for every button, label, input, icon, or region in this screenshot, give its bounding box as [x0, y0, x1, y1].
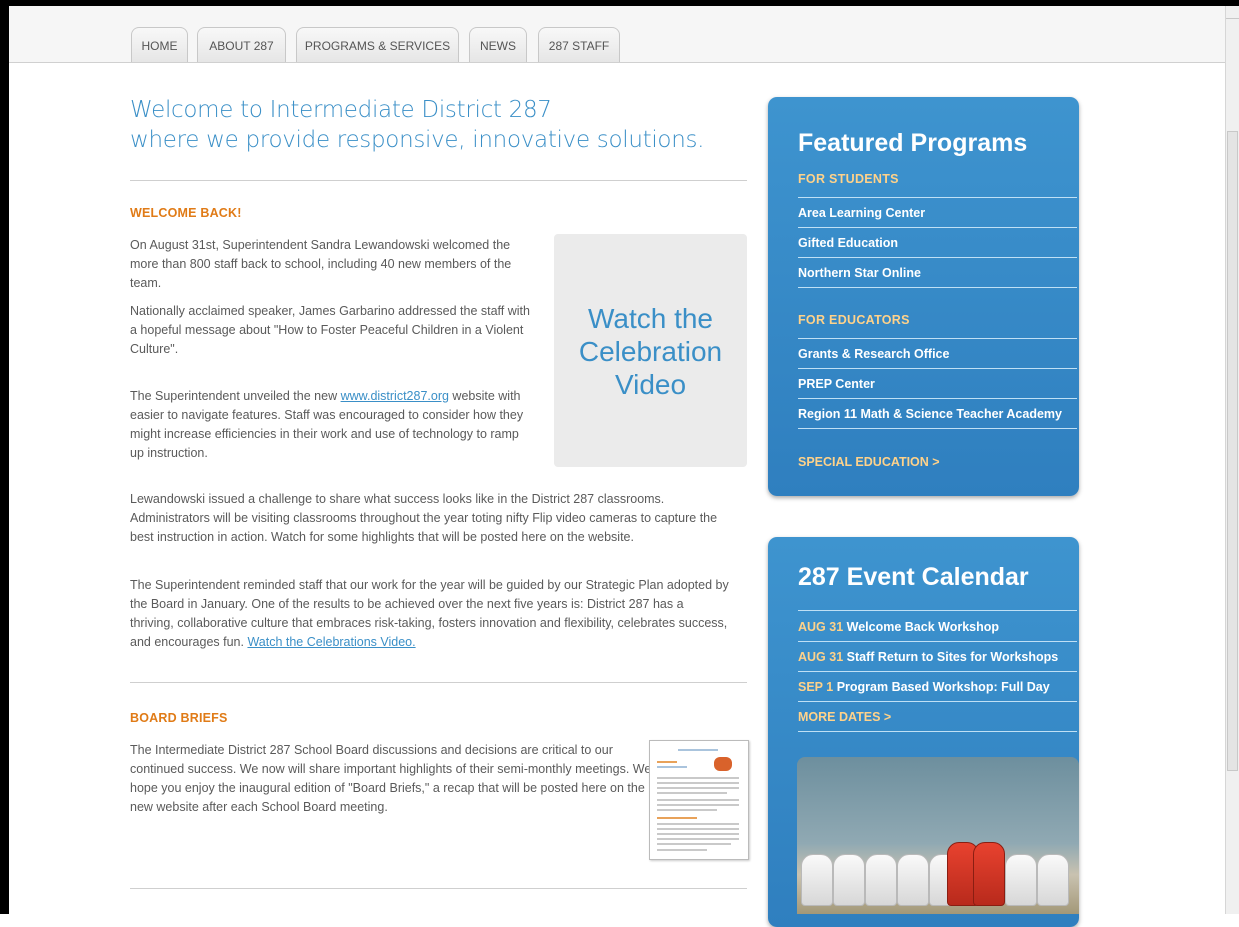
- welcome-paragraph-3: The Superintendent unveiled the new www.…: [130, 387, 535, 463]
- event-item[interactable]: SEP 1 Program Based Workshop: Full Day: [798, 680, 1050, 694]
- window-frame-left: [0, 0, 9, 914]
- welcome-paragraph-2: Nationally acclaimed speaker, James Garb…: [130, 304, 530, 356]
- top-navigation: HOME ABOUT 287 PROGRAMS & SERVICES NEWS …: [9, 6, 1226, 63]
- divider: [798, 428, 1077, 429]
- video-label-line-1: Watch the: [587, 303, 713, 334]
- video-box-label: Watch the Celebration Video: [554, 302, 747, 401]
- event-item[interactable]: AUG 31 Welcome Back Workshop: [798, 620, 999, 634]
- divider: [130, 888, 747, 889]
- prep-center-link[interactable]: PREP Center: [798, 377, 875, 391]
- video-label-line-3: Video: [614, 369, 687, 400]
- special-education-link[interactable]: SPECIAL EDUCATION >: [798, 455, 940, 469]
- event-date: AUG 31: [798, 650, 844, 664]
- divider: [130, 180, 747, 181]
- welcome-paragraph-4: Lewandowski issued a challenge to share …: [130, 492, 718, 544]
- paragraph-5-text: The Superintendent reminded staff that o…: [130, 578, 729, 649]
- divider: [798, 368, 1077, 369]
- area-learning-center-link[interactable]: Area Learning Center: [798, 206, 925, 220]
- celebrations-video-link[interactable]: Watch the Celebrations Video.: [247, 635, 415, 649]
- page-headline: Welcome to Intermediate District 287 whe…: [130, 95, 750, 155]
- gifted-education-link[interactable]: Gifted Education: [798, 236, 898, 250]
- board-briefs-paragraph: The Intermediate District 287 School Boa…: [130, 743, 652, 814]
- divider: [798, 641, 1077, 642]
- scroll-up-icon[interactable]: [1226, 6, 1239, 19]
- welcome-back-heading: WELCOME BACK!: [130, 206, 242, 220]
- grants-research-office-link[interactable]: Grants & Research Office: [798, 347, 949, 361]
- more-dates-link[interactable]: MORE DATES >: [798, 710, 891, 724]
- headline-line-2: where we provide responsive, innovative …: [130, 127, 705, 153]
- welcome-paragraph-5: The Superintendent reminded staff that o…: [130, 576, 730, 652]
- sneakers-photo: [797, 757, 1079, 914]
- video-label-line-2: Celebration: [578, 336, 723, 367]
- featured-programs-panel: Featured Programs FOR STUDENTS Area Lear…: [768, 97, 1079, 496]
- event-date: AUG 31: [798, 620, 844, 634]
- board-briefs-heading: BOARD BRIEFS: [130, 711, 228, 725]
- for-educators-label: FOR EDUCATORS: [798, 313, 910, 327]
- divider: [130, 682, 747, 683]
- tab-287-staff[interactable]: 287 STAFF: [538, 27, 620, 62]
- celebration-video-button[interactable]: Watch the Celebration Video: [554, 234, 747, 467]
- vertical-scrollbar[interactable]: [1225, 6, 1239, 914]
- welcome-paragraph-1: On August 31st, Superintendent Sandra Le…: [130, 238, 512, 290]
- divider: [798, 338, 1077, 339]
- scrollbar-thumb[interactable]: [1227, 131, 1238, 771]
- divider: [798, 227, 1077, 228]
- tab-about-287[interactable]: ABOUT 287: [197, 27, 286, 62]
- divider: [798, 257, 1077, 258]
- divider: [798, 197, 1077, 198]
- tab-programs-services[interactable]: PROGRAMS & SERVICES: [296, 27, 459, 62]
- district287-link[interactable]: www.district287.org: [341, 389, 449, 403]
- tab-home[interactable]: HOME: [131, 27, 188, 62]
- event-name: Staff Return to Sites for Workshops: [846, 650, 1059, 664]
- divider: [798, 610, 1077, 611]
- for-students-label: FOR STUDENTS: [798, 172, 899, 186]
- headline-line-1: Welcome to Intermediate District 287: [130, 97, 552, 123]
- event-date: SEP 1: [798, 680, 834, 694]
- board-briefs-document-thumbnail[interactable]: [649, 740, 749, 860]
- paragraph-3-text-before: The Superintendent unveiled the new: [130, 389, 341, 403]
- region-11-academy-link[interactable]: Region 11 Math & Science Teacher Academy: [798, 407, 1062, 421]
- event-item[interactable]: AUG 31 Staff Return to Sites for Worksho…: [798, 650, 1058, 664]
- divider: [798, 398, 1077, 399]
- divider: [798, 671, 1077, 672]
- event-name: Program Based Workshop: Full Day: [836, 680, 1050, 694]
- event-name: Welcome Back Workshop: [846, 620, 1000, 634]
- featured-programs-title: Featured Programs: [798, 129, 1028, 157]
- divider: [798, 701, 1077, 702]
- event-calendar-title: 287 Event Calendar: [798, 563, 1029, 591]
- northern-star-online-link[interactable]: Northern Star Online: [798, 266, 921, 280]
- divider: [798, 731, 1077, 732]
- tab-news[interactable]: NEWS: [469, 27, 527, 62]
- divider: [798, 287, 1077, 288]
